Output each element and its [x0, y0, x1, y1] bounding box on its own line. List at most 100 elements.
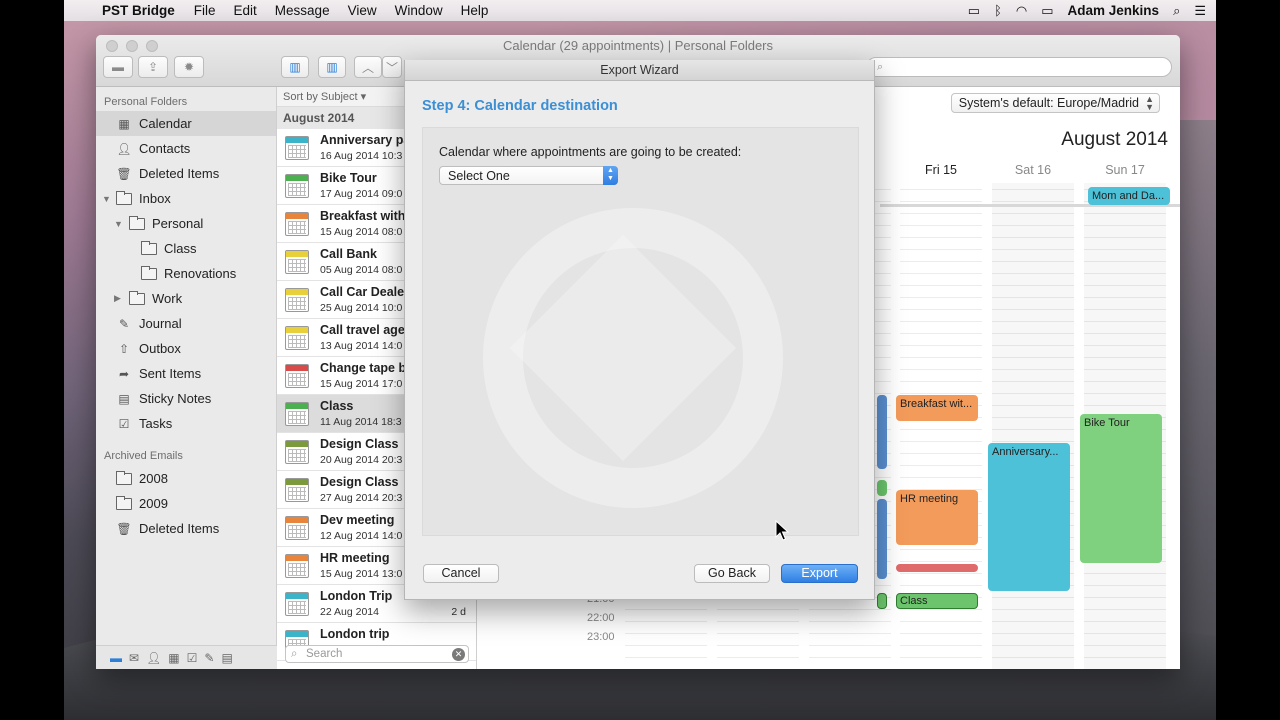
timezone-select[interactable]: System's default: Europe/Madrid ▲ ▼: [950, 93, 1160, 113]
disclosure-open-icon[interactable]: ▼: [102, 194, 111, 204]
folder-icon: [116, 470, 132, 486]
outbox-icon: ⇧: [118, 341, 130, 356]
wallpaper-mountain: [1176, 120, 1216, 720]
event-bike-tour[interactable]: Bike Tour: [1080, 414, 1162, 563]
sidebar-item-label: Sent Items: [139, 366, 202, 381]
appointment-calendar-icon: [285, 212, 309, 236]
time-label: 23:00: [587, 631, 615, 643]
spotlight-search-icon[interactable]: ⌕: [1173, 3, 1180, 19]
event-mom-and-dad[interactable]: Mom and Da...: [1088, 187, 1170, 205]
toggle-preview-button[interactable]: ▥: [318, 56, 346, 78]
appointment-subject: Call travel age: [320, 323, 405, 337]
export-button[interactable]: ⇪: [138, 56, 168, 78]
menu-edit[interactable]: Edit: [225, 3, 266, 18]
wifi-icon[interactable]: ◠: [1016, 3, 1027, 19]
sidebar-item-inbox[interactable]: ▼ Inbox: [96, 186, 276, 211]
appointment-calendar-icon: [285, 250, 309, 274]
appointment-subject: Call Bank: [320, 247, 377, 261]
dialog-content-panel: Calendar where appointments are going to…: [422, 127, 859, 536]
sidebar-item-label: 2008: [139, 471, 168, 486]
airplay-icon[interactable]: ▭: [968, 3, 980, 19]
appointment-calendar-icon: [285, 136, 309, 160]
window-search-input[interactable]: ⌕: [866, 57, 1172, 77]
event-partial[interactable]: [877, 480, 887, 496]
export-button[interactable]: Export: [781, 564, 858, 583]
time-label: 22:00: [587, 612, 615, 624]
calendar-module-icon[interactable]: ▦: [168, 651, 179, 665]
menu-window[interactable]: Window: [386, 3, 452, 18]
event-partial[interactable]: [877, 593, 887, 609]
event-breakfast[interactable]: Breakfast wit...: [896, 395, 978, 421]
sidebar-item-label: Journal: [139, 316, 182, 331]
sidebar-item-label: Class: [164, 241, 197, 256]
appointment-subject: Design Class: [320, 437, 399, 451]
sidebar: Personal Folders ▦ Calendar 👤︎ Contacts …: [96, 87, 277, 669]
user-name[interactable]: Adam Jenkins: [1068, 3, 1160, 18]
sidebar-item-sticky-notes[interactable]: ▤ Sticky Notes: [96, 386, 276, 411]
sidebar-item-renovations[interactable]: Renovations: [96, 261, 276, 286]
sidebar-item-archived-deleted-items[interactable]: 🗑︎ Deleted Items: [96, 516, 276, 541]
contacts-module-icon[interactable]: 👤︎: [146, 651, 161, 665]
sidebar-section-personal: Personal Folders: [104, 96, 188, 108]
event-class[interactable]: Class: [896, 593, 978, 609]
toggle-sidebar-button[interactable]: ▥: [281, 56, 309, 78]
sidebar-item-class[interactable]: Class: [96, 236, 276, 261]
menu-view[interactable]: View: [339, 3, 386, 18]
sidebar-item-label: Outbox: [139, 341, 181, 356]
menu-app-name[interactable]: PST Bridge: [98, 3, 185, 18]
sidebar-item-sent-items[interactable]: ➦ Sent Items: [96, 361, 276, 386]
sidebar-item-work[interactable]: ▶ Work: [96, 286, 276, 311]
clear-search-icon[interactable]: ✕: [452, 648, 465, 661]
sidebar-item-2008[interactable]: 2008: [96, 466, 276, 491]
next-button[interactable]: ﹀: [382, 56, 402, 78]
appointment-calendar-icon: [285, 288, 309, 312]
settings-button[interactable]: ✹: [174, 56, 204, 78]
appointment-subject: Bike Tour: [320, 171, 377, 185]
list-search-input[interactable]: ⌕ Search ✕: [285, 645, 469, 663]
sidebar-item-label: Calendar: [139, 116, 192, 131]
mail-module-icon[interactable]: ✉: [129, 651, 139, 665]
sidebar-item-calendar[interactable]: ▦ Calendar: [96, 111, 276, 136]
event-partial[interactable]: [877, 395, 887, 469]
cancel-button[interactable]: Cancel: [423, 564, 499, 583]
sidebar-item-contacts[interactable]: 👤︎ Contacts: [96, 136, 276, 161]
event-anniversary[interactable]: Anniversary...: [988, 443, 1070, 591]
event-hr-meeting[interactable]: HR meeting: [896, 490, 978, 545]
sidebar-item-deleted-items[interactable]: 🗑︎ Deleted Items: [96, 161, 276, 186]
folders-module-icon[interactable]: ▬: [110, 651, 122, 665]
sidebar-item-outbox[interactable]: ⇧ Outbox: [96, 336, 276, 361]
previous-button[interactable]: ︿: [354, 56, 382, 78]
folder-icon: [129, 290, 145, 306]
tasks-module-icon[interactable]: ☑: [187, 651, 198, 665]
sidebar-item-2009[interactable]: 2009: [96, 491, 276, 516]
sidebar-item-journal[interactable]: ✎ Journal: [96, 311, 276, 336]
menu-message[interactable]: Message: [266, 3, 339, 18]
notification-center-icon[interactable]: ☰: [1194, 3, 1206, 19]
chevron-up-icon: ︿: [361, 60, 374, 75]
day-column-sat[interactable]: [992, 183, 1074, 669]
journal-module-icon[interactable]: ✎: [204, 651, 214, 665]
sidebar-item-personal[interactable]: ▼ Personal: [96, 211, 276, 236]
sidebar-item-label: Deleted Items: [139, 166, 220, 181]
window-title: Calendar (29 appointments) | Personal Fo…: [502, 38, 774, 53]
day-header-sun[interactable]: Sun 17: [1084, 163, 1166, 177]
bluetooth-icon[interactable]: ᛒ: [994, 3, 1002, 18]
menu-file[interactable]: File: [185, 3, 225, 18]
day-header-sat[interactable]: Sat 16: [992, 163, 1074, 177]
appointment-subject: Class: [320, 399, 354, 413]
sidebar-item-tasks[interactable]: ☑ Tasks: [96, 411, 276, 436]
select-value: Select One: [448, 169, 510, 183]
sent-icon: ➦: [118, 366, 130, 381]
battery-icon[interactable]: ▭: [1041, 3, 1053, 19]
sidebar-item-label: Tasks: [139, 416, 173, 431]
open-folder-button[interactable]: ▬: [103, 56, 133, 78]
event-partial[interactable]: [877, 499, 887, 579]
calendar-destination-select[interactable]: Select One ▲ ▼: [439, 166, 618, 185]
go-back-button[interactable]: Go Back: [694, 564, 770, 583]
notes-module-icon[interactable]: ▤: [221, 651, 232, 665]
day-header-fri[interactable]: Fri 15: [900, 163, 982, 177]
menu-help[interactable]: Help: [452, 3, 498, 18]
disclosure-open-icon[interactable]: ▼: [114, 219, 123, 229]
disclosure-closed-icon[interactable]: ▶: [114, 293, 121, 304]
event-change-tape[interactable]: [896, 564, 978, 572]
